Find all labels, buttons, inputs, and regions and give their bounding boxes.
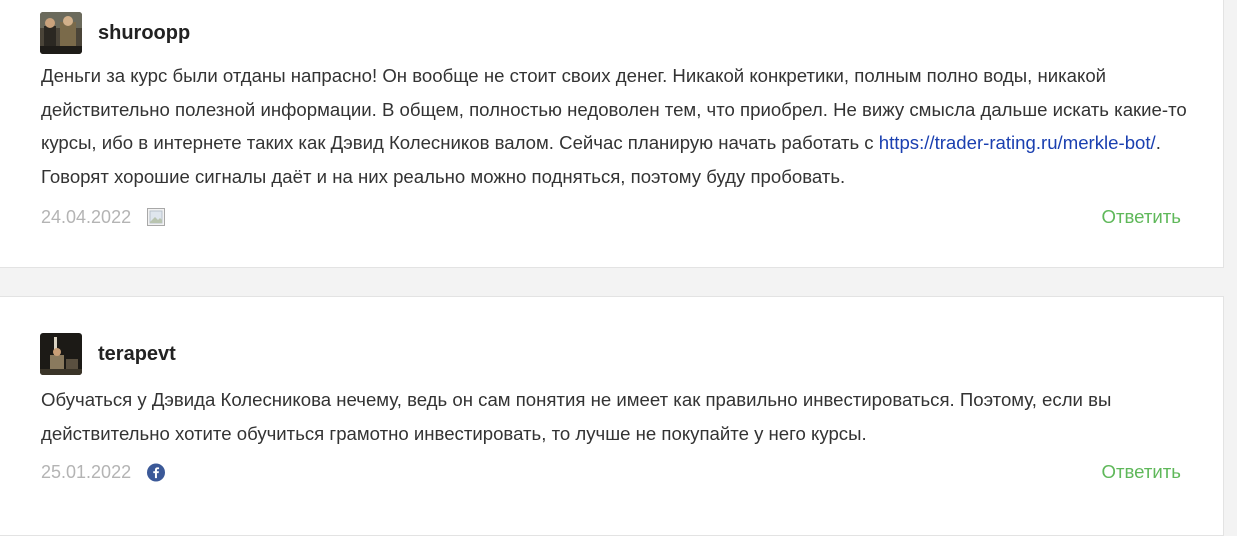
reply-button[interactable]: Ответить [1102, 206, 1181, 228]
comment-link[interactable]: https://trader-rating.ru/merkle-bot/ [879, 132, 1156, 153]
username: shuroopp [98, 21, 191, 44]
avatar[interactable] [40, 12, 82, 54]
comment-date: 24.04.2022 [41, 206, 132, 227]
comment-header: terapevt [40, 333, 176, 375]
comment-footer: 25.01.2022 Ответить [41, 461, 1181, 483]
comment-date: 25.01.2022 [41, 461, 132, 482]
comment-card: terapevt Обучаться у Дэвида Колесникова … [0, 296, 1224, 536]
comment-card: shuroopp Деньги за курс были отданы напр… [0, 0, 1224, 268]
reply-button[interactable]: Ответить [1102, 461, 1181, 483]
comment-footer: 24.04.2022 Ответить [41, 206, 1181, 228]
username: terapevt [98, 342, 176, 365]
comment-header: shuroopp [40, 12, 190, 54]
facebook-icon [147, 463, 166, 481]
avatar[interactable] [40, 333, 82, 375]
image-placeholder-icon [147, 208, 166, 226]
comment-text: Деньги за курс были отданы напрасно! Он … [41, 59, 1191, 193]
comment-text: Обучаться у Дэвида Колесникова нечему, в… [41, 389, 1112, 444]
